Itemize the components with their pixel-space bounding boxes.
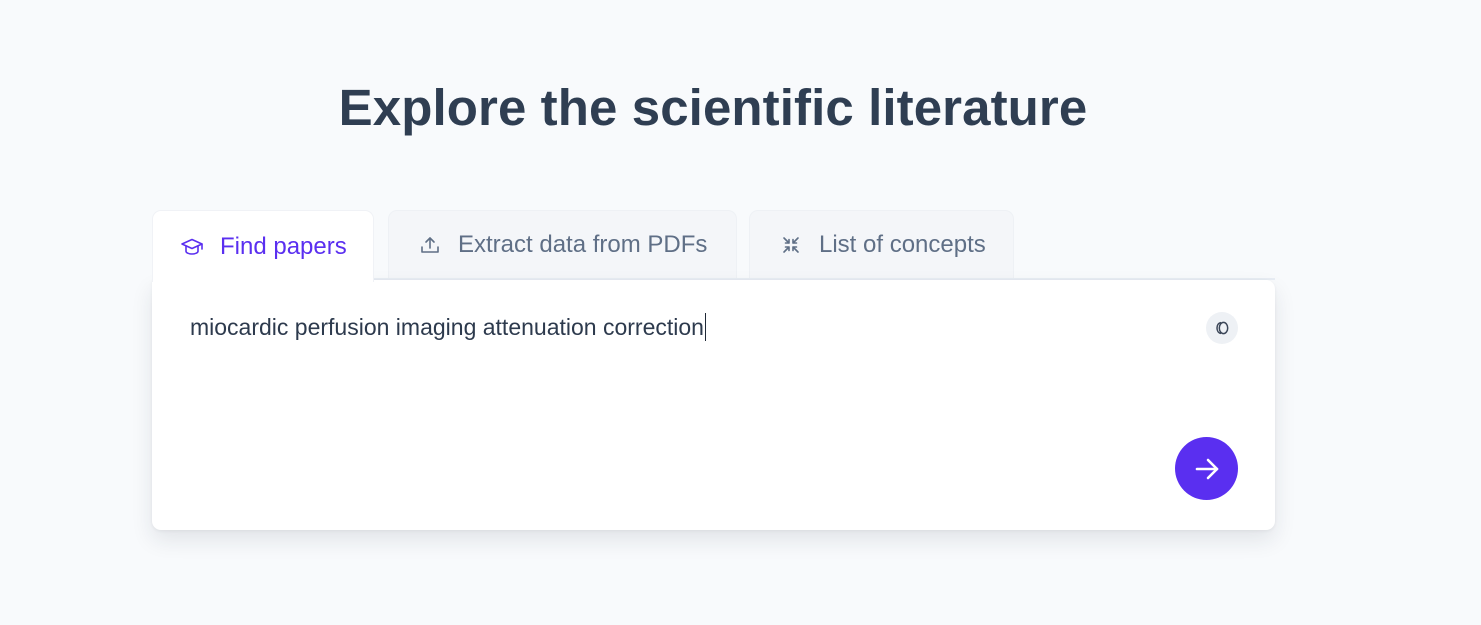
submit-search-button[interactable] <box>1175 437 1238 500</box>
graduation-cap-icon <box>180 235 204 259</box>
arrow-right-icon <box>1192 454 1222 484</box>
search-query-text: miocardic perfusion imaging attenuation … <box>190 314 704 340</box>
search-panel: miocardic perfusion imaging attenuation … <box>152 280 1275 530</box>
tab-extract-data-label: Extract data from PDFs <box>458 231 708 258</box>
tab-find-papers-label: Find papers <box>220 232 347 260</box>
upload-icon <box>418 233 442 257</box>
mode-tabs: Find papers Extract data from PDFs List … <box>152 210 1275 282</box>
tab-extract-data[interactable]: Extract data from PDFs <box>388 210 737 279</box>
text-cursor <box>704 313 707 341</box>
tab-list-of-concepts-label: List of concepts <box>819 231 986 258</box>
credits-button[interactable] <box>1206 312 1238 344</box>
search-input[interactable]: miocardic perfusion imaging attenuation … <box>190 313 707 341</box>
tab-list-of-concepts[interactable]: List of concepts <box>749 210 1014 279</box>
page-title: Explore the scientific literature <box>338 79 1088 136</box>
tab-find-papers[interactable]: Find papers <box>152 210 374 282</box>
coins-icon <box>1213 319 1231 337</box>
collapse-arrows-icon <box>779 233 803 257</box>
